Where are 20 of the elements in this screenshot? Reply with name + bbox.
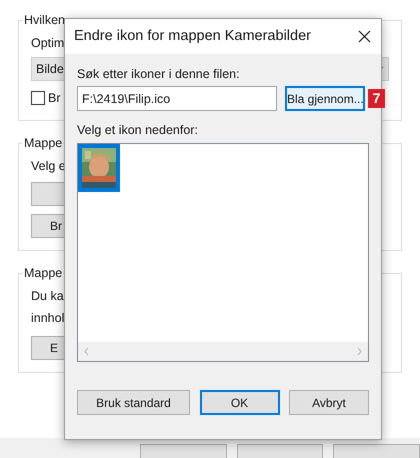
group-text: Optim [31,35,64,51]
dialog-button[interactable]: OK [200,390,280,415]
checkbox[interactable] [31,91,45,106]
horizontal-scrollbar[interactable] [78,342,368,361]
icon-item[interactable] [78,144,120,192]
close-icon[interactable] [358,30,371,43]
group-text: Du ka [31,288,64,304]
field-label: Søk etter ikoner i denne filen: [77,66,241,82]
file-path-field[interactable]: F:\2419\Filip.ico [77,86,277,111]
footer-button[interactable] [236,444,324,458]
checkbox-label: Br [48,90,60,107]
list-label: Velg et ikon nedenfor: [77,122,199,138]
dialog-title: Endre ikon for mappen Kamerabilder [74,26,311,46]
number-badge: 7 [368,89,385,108]
dialog-button[interactable]: Bruk standard [77,390,190,415]
footer-button[interactable] [140,444,227,458]
browse-button[interactable]: Bla gjennom... [285,86,365,111]
dialog-button[interactable]: Avbryt [289,390,369,415]
group-text: innhol [31,310,64,326]
footer-button[interactable] [333,444,420,458]
